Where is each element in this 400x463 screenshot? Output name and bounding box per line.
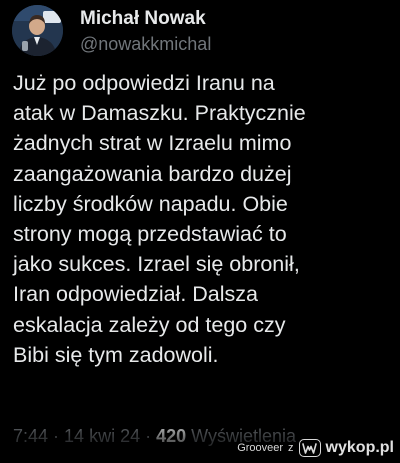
author-handle[interactable]: @nowakkmichal — [80, 34, 211, 55]
tweet-date[interactable]: 14 kwi 24 — [64, 426, 140, 446]
tweet-time[interactable]: 7:44 — [13, 426, 48, 446]
watermark-site: wykop.pl — [325, 439, 394, 456]
person-photo-icon — [12, 5, 63, 56]
watermark: Grooveer z wykop.pl — [237, 436, 394, 460]
meta-separator: · — [48, 426, 65, 446]
author-name[interactable]: Michał Nowak — [80, 8, 206, 30]
tweet: Michał Nowak @nowakkmichal Już po odpowi… — [0, 0, 400, 463]
tweet-text: Już po odpowiedzi Iranu na atak w Damasz… — [13, 71, 306, 367]
watermark-z: z — [288, 442, 294, 454]
wykop-logo-icon — [298, 439, 321, 457]
meta-separator: · — [140, 426, 157, 446]
avatar[interactable] — [12, 5, 63, 56]
views-count: 420 — [156, 426, 187, 446]
watermark-author: Grooveer — [237, 442, 284, 454]
